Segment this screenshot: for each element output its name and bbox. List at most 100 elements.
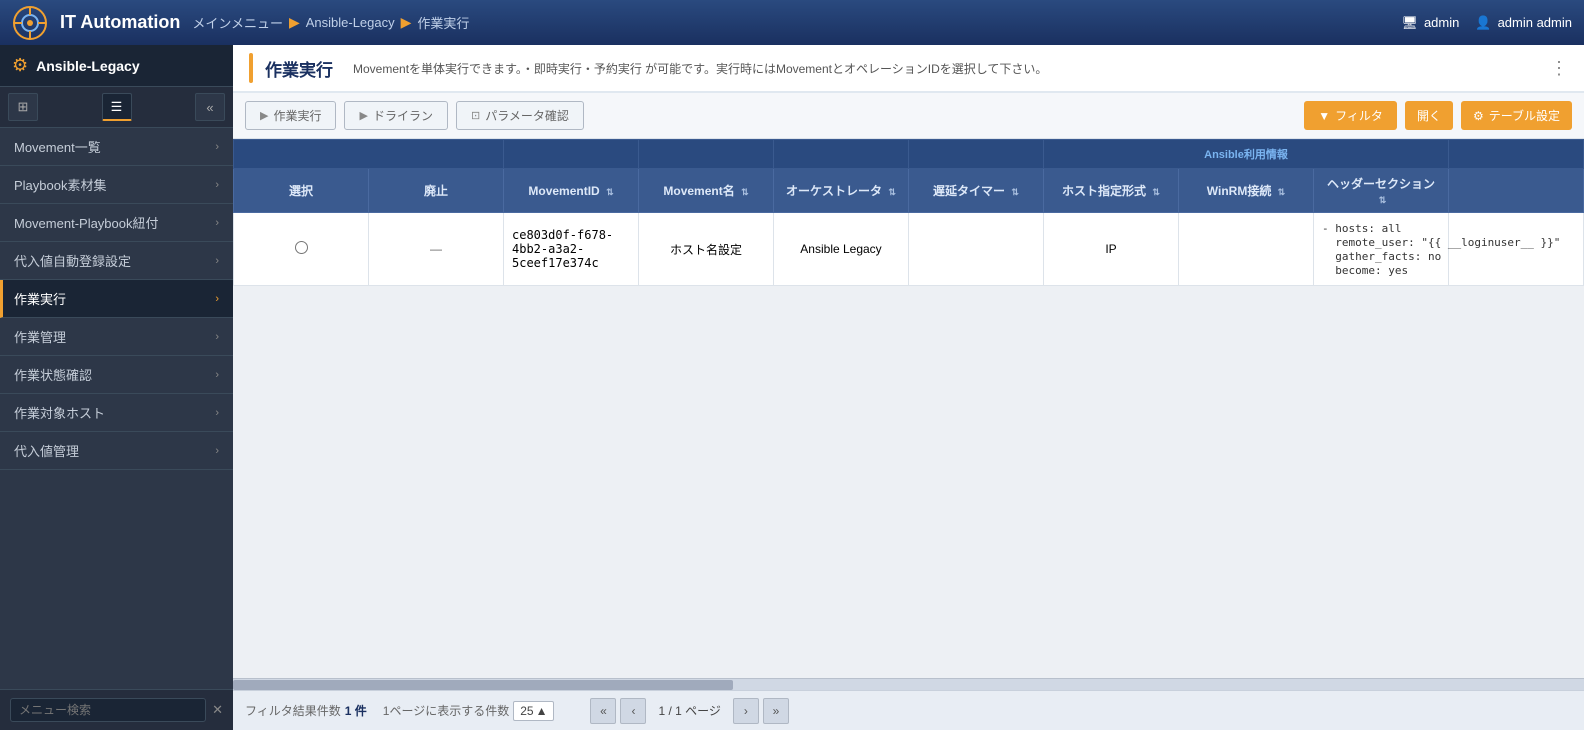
chevron-right-icon: › — [215, 179, 219, 191]
filter-count: フィルタ結果件数 1 件 — [245, 702, 367, 719]
admin-monitor-section: 🖥 admin — [1401, 15, 1459, 31]
open-label: 開く — [1417, 109, 1441, 123]
search-input[interactable] — [10, 698, 206, 722]
sidebar: ⚙ Ansible-Legacy ⊞ ☰ « Movement一覧 › Play… — [0, 45, 233, 730]
cell-header-section: - hosts: all remote_user: "{{ __loginuse… — [1314, 213, 1449, 286]
sidebar-item-job-status[interactable]: 作業状態確認 › — [0, 356, 233, 394]
open-button[interactable]: 開く — [1405, 101, 1453, 130]
chevron-right-icon: › — [215, 369, 219, 381]
sidebar-item-label: 作業実行 — [14, 289, 66, 308]
sidebar-item-playbook[interactable]: Playbook素材集 › — [0, 166, 233, 204]
horizontal-scrollbar[interactable] — [233, 678, 1584, 690]
page-header: 作業実行 Movementを単体実行できます。・即時実行・予約実行 が可能です。… — [233, 45, 1584, 93]
dry-run-label: ドライラン — [373, 107, 433, 124]
scrollbar-thumb[interactable] — [233, 680, 733, 690]
sort-icon: ⇅ — [1011, 187, 1019, 197]
perpage-value: 25 — [520, 704, 533, 718]
filter-icon: ▼ — [1318, 109, 1330, 123]
admin-user-section[interactable]: 👤 admin admin — [1475, 15, 1572, 31]
chevron-right-icon: › — [215, 255, 219, 267]
header-left: IT Automation メインメニュー ▶ Ansible-Legacy ▶… — [12, 5, 469, 41]
toolbar-left: ▶ 作業実行 ▶ ドライラン ⊡ パラメータ確認 — [245, 101, 584, 130]
sidebar-menu: Movement一覧 › Playbook素材集 › Movement-Play… — [0, 128, 233, 689]
th-movement-name[interactable]: Movement名 ⇅ — [639, 169, 774, 213]
th-header-section[interactable]: ヘッダーセクション ⇅ — [1314, 169, 1449, 213]
breadcrumb-ansible-legacy[interactable]: Ansible-Legacy — [306, 15, 395, 30]
sidebar-header-icon: ⚙ — [12, 55, 28, 76]
data-table: Ansible利用情報 選択 廃止 MovementID ⇅ Movement名 — [233, 139, 1584, 286]
cell-select[interactable] — [234, 213, 369, 286]
param-check-label: パラメータ確認 — [485, 107, 569, 124]
footer: フィルタ結果件数 1 件 1ページに表示する件数 25 ▲ « ‹ 1 / 1 … — [233, 690, 1584, 730]
filter-button[interactable]: ▼ フィルタ — [1304, 101, 1397, 130]
sidebar-header-title: Ansible-Legacy — [36, 58, 139, 74]
cell-discard: — — [369, 213, 504, 286]
table-settings-button[interactable]: ⚙ テーブル設定 — [1461, 101, 1572, 130]
chevron-right-icon: › — [215, 293, 219, 305]
sidebar-item-label: 代入値自動登録設定 — [14, 251, 131, 270]
sidebar-item-movement-list[interactable]: Movement一覧 › — [0, 128, 233, 166]
sort-icon: ⇅ — [1278, 187, 1286, 197]
sidebar-item-label: Movement一覧 — [14, 137, 101, 156]
page-last-button[interactable]: » — [763, 698, 789, 724]
page-info: 1 / 1 ページ — [650, 702, 728, 719]
execute-icon: ▶ — [260, 109, 268, 122]
param-check-button[interactable]: ⊡ パラメータ確認 — [456, 101, 584, 130]
cell-winrm — [1179, 213, 1314, 286]
perpage-label: 1ページに表示する件数 — [383, 702, 509, 719]
th-other — [1449, 169, 1584, 213]
sidebar-item-target-host[interactable]: 作業対象ホスト › — [0, 394, 233, 432]
page-next-button[interactable]: › — [733, 698, 759, 724]
page-prev-button[interactable]: ‹ — [620, 698, 646, 724]
th-movement-id-group — [504, 140, 639, 169]
chevron-right-icon: › — [215, 217, 219, 229]
sidebar-collapse-btn[interactable]: « — [195, 93, 225, 121]
perpage-select[interactable]: 25 ▲ — [513, 701, 554, 721]
sidebar-item-execute[interactable]: 作業実行 › — [0, 280, 233, 318]
chevron-right-icon: › — [215, 407, 219, 419]
sort-icon: ⇅ — [1152, 187, 1160, 197]
page-first-button[interactable]: « — [590, 698, 616, 724]
th-movement-id[interactable]: MovementID ⇅ — [504, 169, 639, 213]
th-empty-1 — [234, 140, 504, 169]
app-title: IT Automation — [60, 12, 180, 33]
sidebar-item-movement-playbook[interactable]: Movement-Playbook紐付 › — [0, 204, 233, 242]
header-right: 🖥 admin 👤 admin admin — [1401, 15, 1572, 31]
table-row: — ce803d0f-f678-4bb2-a3a2-5ceef17e374c ホ… — [234, 213, 1584, 286]
sidebar-header: ⚙ Ansible-Legacy — [0, 45, 233, 87]
more-options-icon[interactable]: ⋮ — [1550, 58, 1568, 79]
admin-label: admin — [1424, 15, 1459, 30]
execute-label: 作業実行 — [273, 107, 321, 124]
dry-run-icon: ▶ — [359, 109, 367, 122]
sidebar-grid-btn[interactable]: ⊞ — [8, 93, 38, 121]
chevron-right-icon: › — [215, 445, 219, 457]
sort-icon: ⇅ — [741, 187, 749, 197]
sidebar-item-substitution[interactable]: 代入値自動登録設定 › — [0, 242, 233, 280]
sidebar-item-substitution-management[interactable]: 代入値管理 › — [0, 432, 233, 470]
sort-icon: ⇅ — [1379, 195, 1387, 205]
sidebar-search-area: ✕ — [0, 689, 233, 730]
perpage-selector: 1ページに表示する件数 25 ▲ — [383, 701, 555, 721]
th-orchestrator[interactable]: オーケストレータ ⇅ — [774, 169, 909, 213]
admin-user-label: admin admin — [1498, 15, 1572, 30]
sidebar-item-label: 作業状態確認 — [14, 365, 92, 384]
th-movement-name-group — [639, 140, 774, 169]
search-clear-icon[interactable]: ✕ — [212, 702, 223, 718]
page-title-bar — [249, 53, 253, 83]
main-content: 作業実行 Movementを単体実行できます。・即時実行・予約実行 が可能です。… — [233, 45, 1584, 730]
sidebar-item-job-management[interactable]: 作業管理 › — [0, 318, 233, 356]
execute-button[interactable]: ▶ 作業実行 — [245, 101, 336, 130]
th-discard: 廃止 — [369, 169, 504, 213]
th-host-type[interactable]: ホスト指定形式 ⇅ — [1044, 169, 1179, 213]
dry-run-button[interactable]: ▶ ドライラン — [344, 101, 447, 130]
sidebar-list-btn[interactable]: ☰ — [102, 93, 132, 121]
th-other-group — [1449, 140, 1584, 169]
breadcrumb-main-menu[interactable]: メインメニュー — [192, 13, 283, 32]
sort-icon: ⇅ — [888, 187, 896, 197]
row-radio[interactable] — [295, 241, 308, 254]
breadcrumb-current: 作業実行 — [417, 13, 469, 32]
th-ansible-group: Ansible利用情報 — [1044, 140, 1449, 169]
th-winrm[interactable]: WinRM接続 ⇅ — [1179, 169, 1314, 213]
th-delay-timer[interactable]: 遅延タイマー ⇅ — [909, 169, 1044, 213]
app-layout: ⚙ Ansible-Legacy ⊞ ☰ « Movement一覧 › Play… — [0, 45, 1584, 730]
